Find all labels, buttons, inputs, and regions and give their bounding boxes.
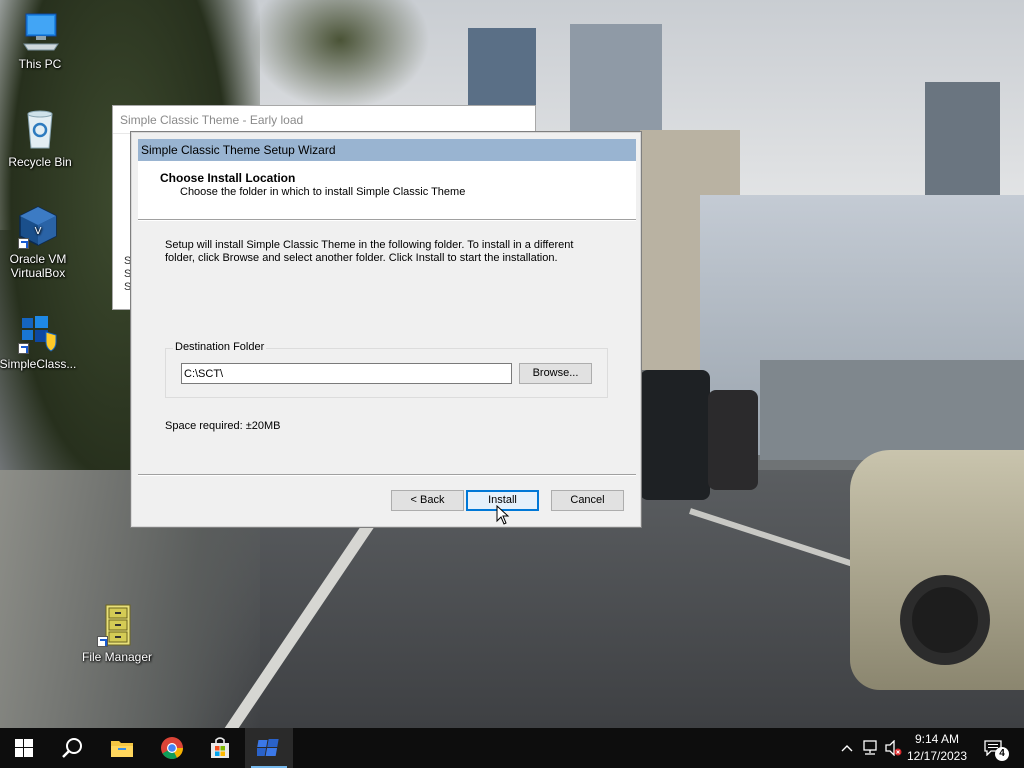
taskbar-chrome[interactable] xyxy=(148,728,196,768)
desktop-icon-label: Recycle Bin xyxy=(8,155,72,169)
windows-shield-icon xyxy=(16,310,60,354)
destination-folder-label: Destination Folder xyxy=(173,341,267,353)
taskbar-clock[interactable]: 9:14 AM 12/17/2023 xyxy=(903,731,971,765)
back-button[interactable]: < Back xyxy=(391,490,464,511)
shortcut-arrow-icon xyxy=(97,636,108,647)
svg-text:V: V xyxy=(35,226,42,237)
network-tray-button[interactable] xyxy=(861,739,879,757)
wizard-title-bar[interactable]: Simple Classic Theme Setup Wizard xyxy=(138,139,636,161)
chrome-icon xyxy=(161,737,183,759)
shortcut-arrow-icon xyxy=(18,343,29,354)
computer-icon xyxy=(18,10,62,54)
store-icon xyxy=(211,737,229,758)
start-button[interactable] xyxy=(0,728,48,768)
desktop-icon-virtualbox[interactable]: V Oracle VM VirtualBox xyxy=(0,205,78,280)
simple-classic-theme-icon xyxy=(257,739,279,756)
desktop-icon-simpleclassic[interactable]: SimpleClass... xyxy=(0,310,78,371)
button-separator xyxy=(138,474,636,476)
volume-muted-icon xyxy=(885,740,902,756)
volume-tray-button[interactable] xyxy=(884,739,902,757)
setup-wizard-dialog[interactable]: Simple Classic Theme Setup Wizard Choose… xyxy=(130,131,642,528)
header-divider xyxy=(138,220,636,221)
early-load-window-title: Simple Classic Theme - Early load xyxy=(113,106,535,134)
shortcut-arrow-icon xyxy=(18,238,29,249)
browse-button[interactable]: Browse... xyxy=(519,363,592,384)
desktop-icon-label: File Manager xyxy=(81,650,153,664)
start-icon xyxy=(15,739,33,757)
desktop-icon-label: Oracle VM VirtualBox xyxy=(9,252,67,280)
desktop-icon-this-pc[interactable]: This PC xyxy=(0,10,80,71)
clock-time: 9:14 AM xyxy=(914,732,960,746)
taskbar-file-explorer[interactable] xyxy=(98,728,146,768)
taskbar-simple-classic-theme[interactable] xyxy=(245,728,293,768)
file-cabinet-icon xyxy=(95,603,139,647)
virtualbox-icon: V xyxy=(16,205,60,249)
desktop-icon-label: This PC xyxy=(18,57,62,71)
mouse-cursor-icon xyxy=(496,505,510,525)
taskbar: 9:14 AM 12/17/2023 4 xyxy=(0,728,1024,768)
recycle-bin-icon xyxy=(18,108,62,152)
show-hidden-icons-button[interactable] xyxy=(838,739,856,757)
desktop-icon-file-manager[interactable]: File Manager xyxy=(77,603,157,664)
wizard-header-title: Choose Install Location xyxy=(160,171,296,185)
wizard-header: Choose Install Location Choose the folde… xyxy=(138,161,636,220)
file-explorer-icon xyxy=(111,741,133,757)
destination-folder-group: Destination Folder Browse... xyxy=(165,341,608,398)
taskbar-store[interactable] xyxy=(196,728,244,768)
wizard-header-subtitle: Choose the folder in which to install Si… xyxy=(180,186,466,198)
notification-count-badge: 4 xyxy=(995,747,1009,761)
space-required-text: Space required: ±20MB xyxy=(165,420,281,432)
desktop-icon-label: SimpleClass... xyxy=(0,357,77,371)
cancel-button[interactable]: Cancel xyxy=(551,490,624,511)
destination-folder-input[interactable] xyxy=(181,363,512,384)
clock-date: 12/17/2023 xyxy=(906,749,968,763)
install-description: Setup will install Simple Classic Theme … xyxy=(165,239,574,264)
network-icon xyxy=(863,740,877,755)
action-center-button[interactable]: 4 xyxy=(983,739,1009,761)
desktop-icon-recycle-bin[interactable]: Recycle Bin xyxy=(0,108,80,169)
search-icon xyxy=(62,738,82,758)
chevron-up-icon xyxy=(841,745,853,752)
search-button[interactable] xyxy=(48,728,96,768)
